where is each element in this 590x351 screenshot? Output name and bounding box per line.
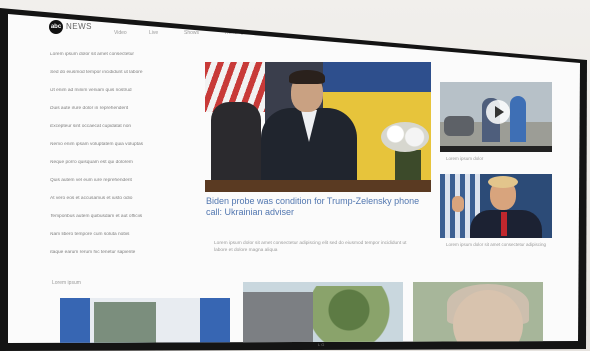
bottom-story-3[interactable] xyxy=(413,282,543,343)
lead-story-summary: Lorem ipsum dolor sit amet consectetur a… xyxy=(214,241,407,253)
chair xyxy=(211,102,261,192)
bottom-story-2[interactable] xyxy=(243,282,403,343)
headline-item[interactable]: Lorem ipsum dolor sit amet consectetur xyxy=(50,52,195,57)
side-story-video[interactable] xyxy=(440,82,552,152)
headline-item[interactable]: Sed do eiusmod tempor incididunt ut labo… xyxy=(50,70,195,75)
headline-item[interactable]: Temporibus autem quibusdam et aut offici… xyxy=(50,214,195,219)
headline-item[interactable]: At vero eos et accusamus et iusto odio xyxy=(50,196,195,201)
person xyxy=(510,96,526,142)
raised-hand xyxy=(452,196,464,212)
lead-story-title[interactable]: Biden probe was condition for Trump-Zele… xyxy=(206,196,432,218)
headline-item[interactable]: Nemo enim ipsam voluptatem quia voluptas xyxy=(50,142,195,147)
headline-item[interactable]: Ut enim ad minim veniam quis nostrud xyxy=(50,88,195,93)
tree xyxy=(313,286,403,343)
monitor-brand-logo: LG xyxy=(318,342,326,347)
car xyxy=(444,116,474,136)
nav-link-shows[interactable]: Shows xyxy=(184,30,199,36)
table xyxy=(205,180,431,192)
nav-link-live[interactable]: Live xyxy=(149,30,158,36)
logo-word[interactable]: NEWS xyxy=(66,22,92,31)
nav-link-video[interactable]: Video xyxy=(114,30,127,36)
side-story-caption[interactable]: Lorem ipsum dolor xyxy=(446,156,483,161)
bottom-story-1[interactable] xyxy=(60,298,230,343)
headline-item[interactable]: Duis aute irure dolor in reprehenderit xyxy=(50,106,195,111)
side-story-image[interactable] xyxy=(440,174,552,238)
building xyxy=(243,292,313,343)
headline-item[interactable]: Quis autem vel eum iure reprehenderit xyxy=(50,178,195,183)
lead-story-image[interactable] xyxy=(205,62,431,192)
section-label: Lorem ipsum xyxy=(52,280,81,286)
headline-list: Lorem ipsum dolor sit amet consectetur S… xyxy=(50,52,195,268)
photo xyxy=(94,302,156,343)
flowers xyxy=(381,122,429,152)
person-hair xyxy=(488,176,518,188)
video-bar xyxy=(440,146,552,152)
play-icon[interactable] xyxy=(486,100,510,124)
headline-item[interactable]: Excepteur sint occaecat cupidatat non xyxy=(50,124,195,129)
headline-item[interactable]: Itaque earum rerum hic tenetur sapiente xyxy=(50,250,195,255)
side-story-caption[interactable]: Lorem ipsum dolor sit amet consectetur a… xyxy=(446,242,550,248)
tie xyxy=(501,212,507,236)
headline-item[interactable]: Neque porro quisquam est qui dolorem xyxy=(50,160,195,165)
ukraine-flag-blue xyxy=(323,62,431,92)
abc-logo[interactable]: abc xyxy=(49,20,63,34)
person-hair xyxy=(289,70,325,84)
headline-item[interactable]: Nam libero tempore cum soluta nobis xyxy=(50,232,195,237)
